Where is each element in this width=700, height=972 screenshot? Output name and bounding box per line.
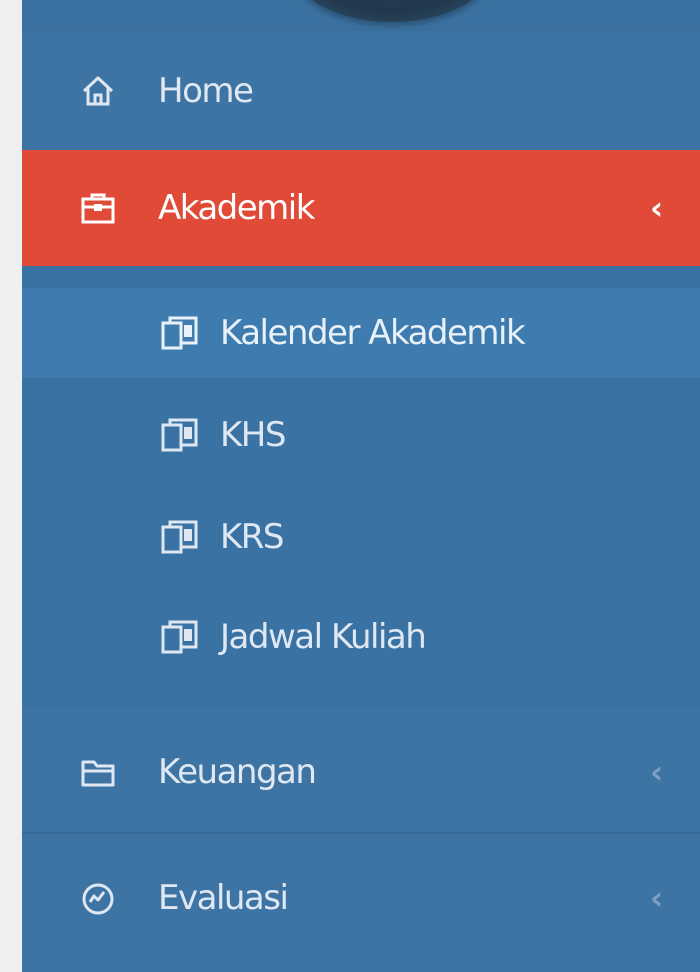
home-icon bbox=[80, 73, 116, 109]
dashboard-icon bbox=[80, 880, 116, 916]
sidebar: Home Akademik ‹ Kalender Akademik KHS KR… bbox=[22, 0, 700, 972]
divider bbox=[22, 832, 700, 834]
chevron-left-icon[interactable]: ‹ bbox=[650, 189, 663, 227]
sidebar-item-evaluasi[interactable]: Evaluasi ‹ bbox=[22, 838, 700, 958]
document-icon bbox=[160, 417, 200, 453]
chevron-left-icon[interactable]: ‹ bbox=[650, 879, 663, 917]
sidebar-item-label: Evaluasi bbox=[158, 878, 289, 918]
sidebar-header bbox=[22, 0, 700, 31]
sidebar-item-label: Keuangan bbox=[158, 752, 317, 792]
document-icon bbox=[160, 519, 200, 555]
document-icon bbox=[160, 315, 200, 351]
submenu-item-krs[interactable]: KRS bbox=[22, 492, 700, 582]
briefcase-icon bbox=[80, 190, 116, 226]
sidebar-item-label: Akademik bbox=[158, 188, 315, 228]
chevron-left-icon[interactable]: ‹ bbox=[650, 753, 663, 791]
sidebar-item-label: Home bbox=[158, 71, 254, 111]
submenu-item-kalender-akademik[interactable]: Kalender Akademik bbox=[22, 288, 700, 378]
submenu-item-khs[interactable]: KHS bbox=[22, 390, 700, 480]
sidebar-item-keuangan[interactable]: Keuangan ‹ bbox=[22, 712, 700, 832]
sidebar-item-akademik[interactable]: Akademik ‹ bbox=[22, 150, 700, 266]
folder-icon bbox=[80, 754, 116, 790]
submenu-item-label: KHS bbox=[220, 415, 286, 455]
akademik-submenu: Kalender Akademik KHS KRS Jadwal Kuliah bbox=[22, 266, 700, 708]
sidebar-item-home[interactable]: Home bbox=[22, 60, 700, 122]
submenu-item-label: Kalender Akademik bbox=[220, 313, 526, 353]
document-icon bbox=[160, 619, 200, 655]
submenu-item-label: KRS bbox=[220, 517, 285, 557]
avatar[interactable] bbox=[292, 0, 492, 22]
submenu-item-jadwal-kuliah[interactable]: Jadwal Kuliah bbox=[22, 592, 700, 682]
submenu-item-label: Jadwal Kuliah bbox=[220, 617, 427, 657]
